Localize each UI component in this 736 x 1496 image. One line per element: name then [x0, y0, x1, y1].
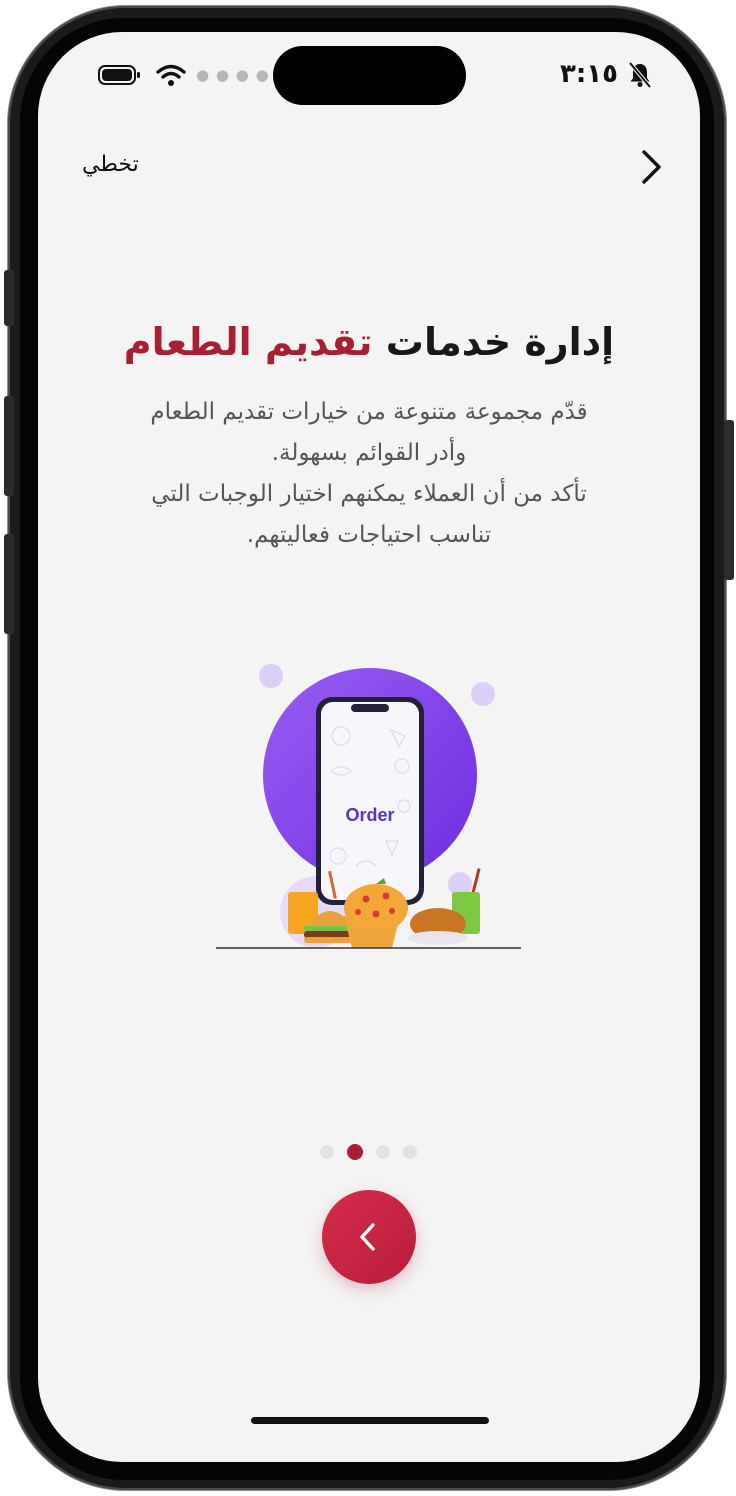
title-accent: تقديم الطعام — [123, 320, 373, 364]
status-time: ٣:١٥ — [559, 59, 618, 89]
onboarding-title: إدارة خدمات تقديم الطعام — [38, 320, 700, 364]
wifi-icon — [156, 64, 186, 86]
chevron-right-icon[interactable] — [636, 148, 666, 186]
signal-dots-icon: ● ● ● ● — [196, 66, 270, 84]
page-dot — [320, 1145, 334, 1159]
description-line: قدّم مجموعة متنوعة من خيارات تقديم الطعا… — [150, 399, 588, 425]
volume-up-button — [4, 396, 14, 496]
decor-bubble — [471, 682, 495, 706]
decor-bubble — [259, 664, 283, 688]
chevron-left-icon — [360, 1223, 375, 1251]
mini-phone-screen — [321, 702, 419, 900]
power-button — [724, 420, 734, 580]
dynamic-island — [273, 46, 466, 105]
silent-switch — [4, 270, 14, 326]
page-dot-active — [347, 1144, 363, 1160]
home-indicator[interactable] — [251, 1417, 489, 1424]
skip-button[interactable]: تخطي — [82, 152, 139, 177]
description-line: تأكد من أن العملاء يمكنهم اختيار الوجبات… — [151, 481, 587, 507]
order-label: Order — [345, 805, 394, 825]
next-button[interactable] — [322, 1190, 416, 1284]
onboarding-description: قدّم مجموعة متنوعة من خيارات تقديم الطعا… — [98, 392, 640, 556]
bell-mute-icon — [628, 62, 652, 88]
title-primary: إدارة خدمات — [385, 320, 615, 364]
food-order-illustration: Order — [216, 664, 521, 949]
battery-icon — [98, 65, 140, 85]
muffin-top — [344, 884, 408, 932]
page-dot — [376, 1145, 390, 1159]
page-dot — [403, 1145, 417, 1159]
app-screen: ● ● ● ● ٣:١٥ تخطي إدارة خدمات تقديم الطع… — [38, 32, 700, 1462]
volume-down-button — [4, 534, 14, 634]
description-line: تناسب احتياجات فعاليتهم. — [246, 522, 492, 548]
description-line: وأدر القوائم بسهولة. — [271, 440, 467, 466]
pagination-dots — [320, 1142, 420, 1162]
